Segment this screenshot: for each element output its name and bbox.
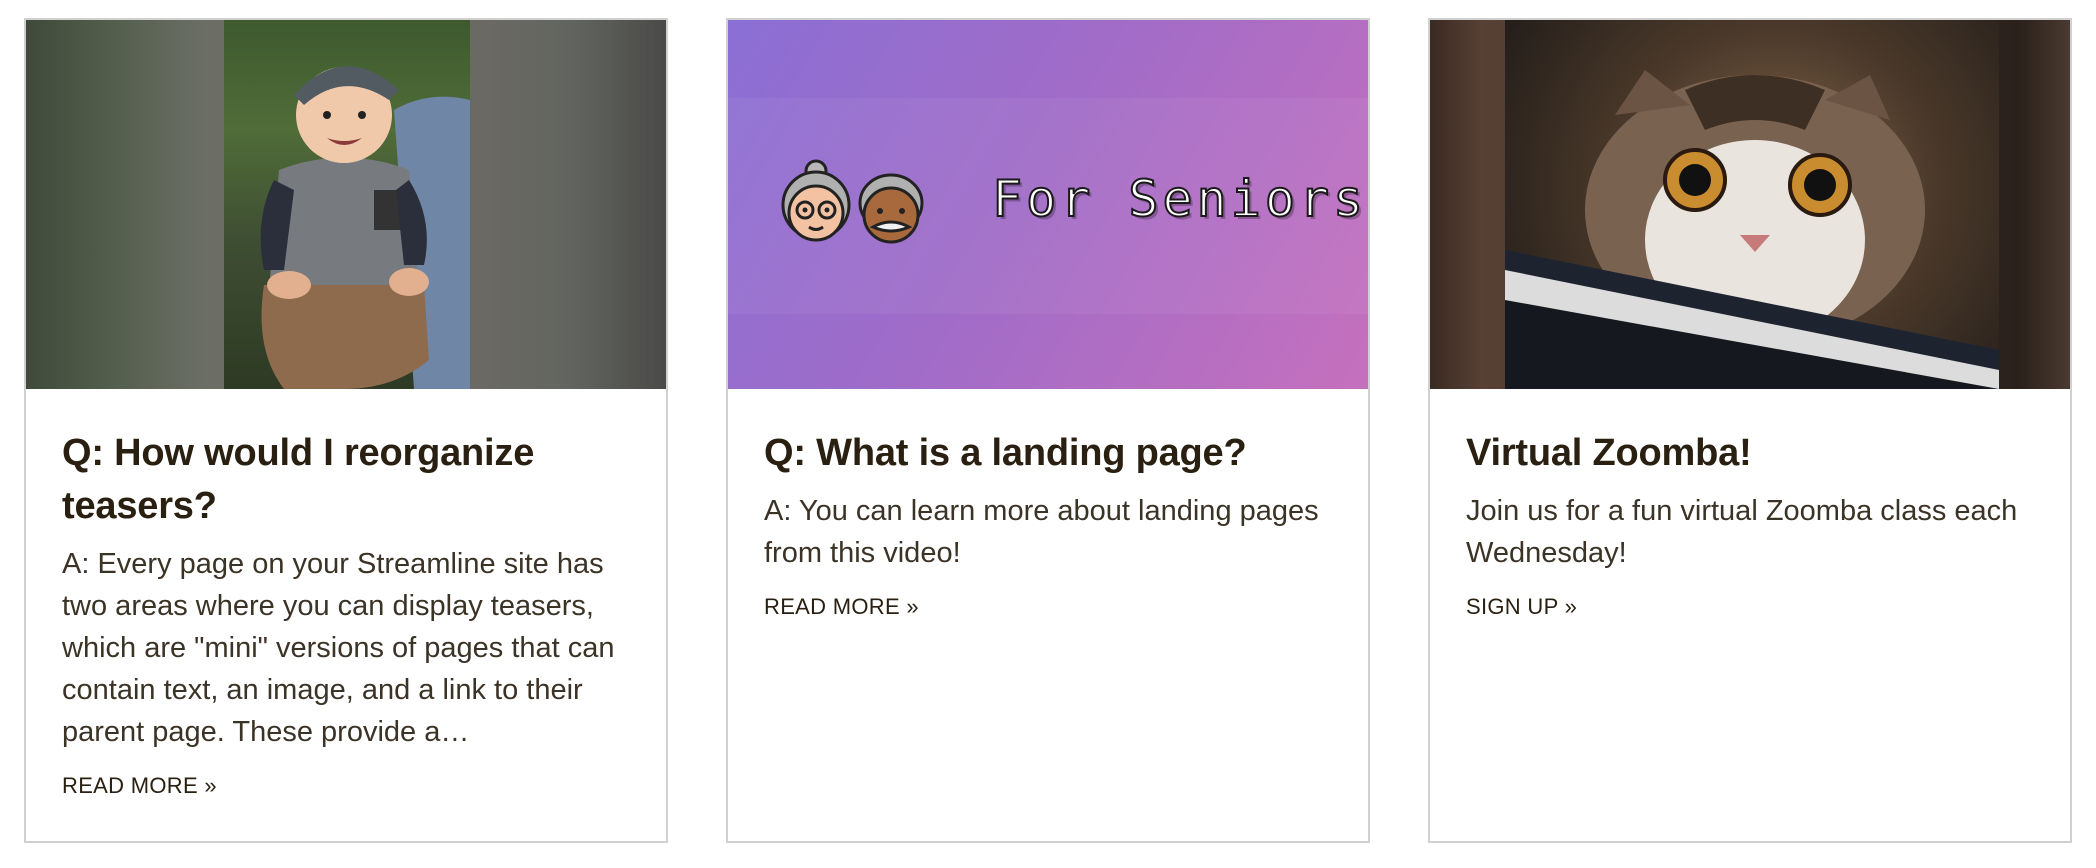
- read-more-link[interactable]: READ MORE »: [62, 773, 217, 799]
- teaser-image-seniors-banner[interactable]: For Seniors: [728, 20, 1368, 389]
- teaser-body: Q: What is a landing page? A: You can le…: [728, 389, 1368, 620]
- seniors-icon: [781, 159, 924, 244]
- cat-photo: [1505, 20, 1999, 389]
- banner-text: For Seniors: [991, 169, 1368, 229]
- teaser-card-landing-page: For Seniors Q: What is a landing page? A…: [726, 18, 1370, 843]
- baby-illustration: [260, 66, 470, 389]
- sign-up-link[interactable]: SIGN UP »: [1466, 594, 1577, 620]
- teaser-body: Q: How would I reorganize teasers? A: Ev…: [26, 389, 666, 799]
- teaser-excerpt: Join us for a fun virtual Zoomba class e…: [1466, 495, 2018, 569]
- teaser-image-cat[interactable]: [1430, 20, 2070, 389]
- teaser-image-baby[interactable]: [26, 20, 666, 389]
- read-more-link[interactable]: READ MORE »: [764, 594, 919, 620]
- teaser-excerpt: A: Every page on your Streamline site ha…: [62, 548, 615, 748]
- teaser-card-reorganize: Q: How would I reorganize teasers? A: Ev…: [24, 18, 668, 843]
- teaser-title[interactable]: Q: What is a landing page?: [764, 427, 1332, 480]
- teaser-excerpt: A: You can learn more about landing page…: [764, 495, 1319, 569]
- teaser-card-zoomba: Virtual Zoomba! Join us for a fun virtua…: [1428, 18, 2072, 843]
- cat-illustration: [1505, 70, 1999, 389]
- teaser-body: Virtual Zoomba! Join us for a fun virtua…: [1430, 389, 2070, 620]
- teaser-grid: Q: How would I reorganize teasers? A: Ev…: [0, 0, 2096, 868]
- teaser-title[interactable]: Q: How would I reorganize teasers?: [62, 427, 630, 533]
- baby-photo: [224, 20, 470, 389]
- teaser-title[interactable]: Virtual Zoomba!: [1466, 427, 2034, 480]
